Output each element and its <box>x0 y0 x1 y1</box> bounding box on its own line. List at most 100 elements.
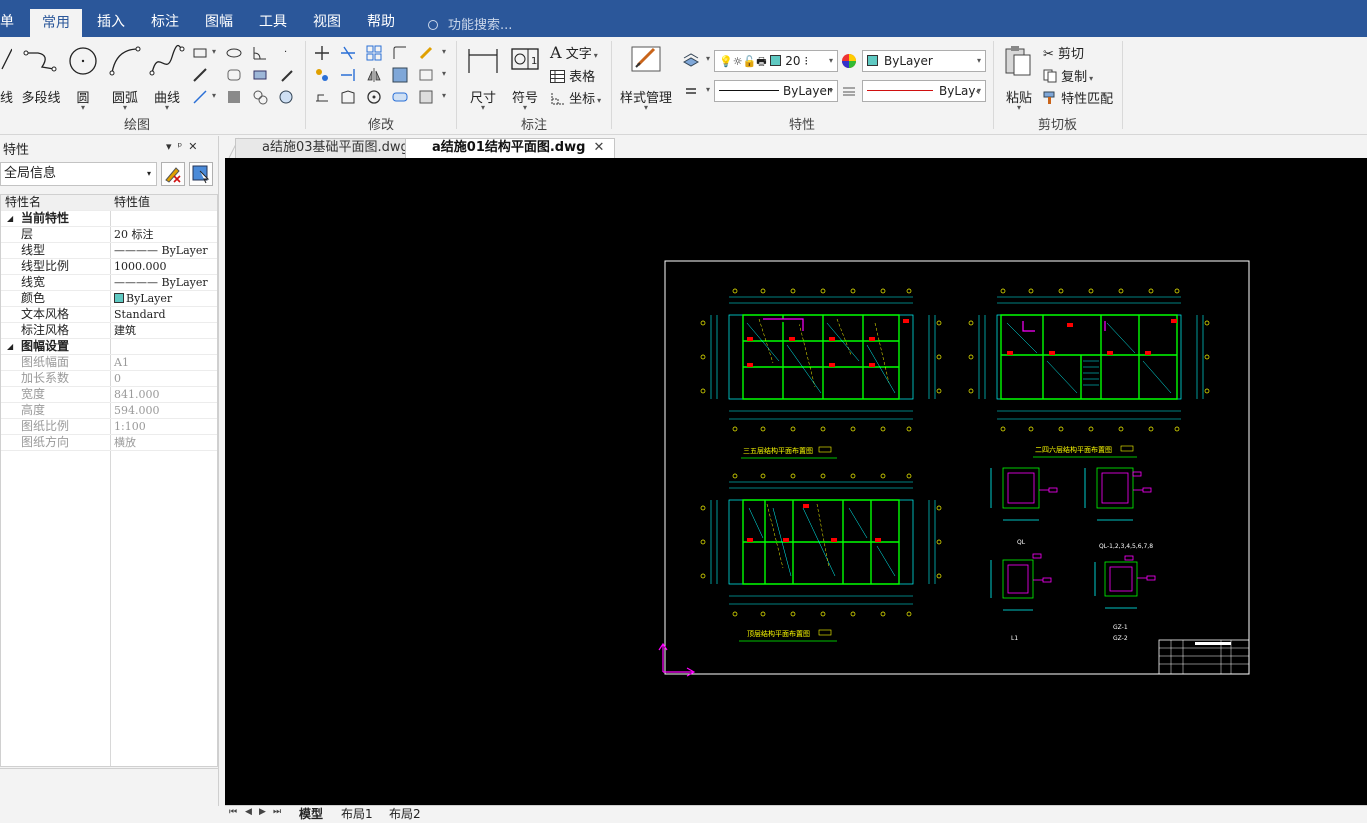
array-icon[interactable] <box>366 45 382 61</box>
tab-layout2[interactable]: 布局2 <box>389 806 421 822</box>
cut-button[interactable]: ✂ 剪切 <box>1043 43 1084 62</box>
color-combo[interactable]: ByLayer ▾ <box>862 50 986 72</box>
pick-icon[interactable] <box>278 67 294 83</box>
circle-button[interactable]: 圆 ▾ <box>66 43 100 112</box>
prop-row-linetype-scale[interactable]: 线型比例 1000.000 <box>1 259 217 275</box>
match-properties-button[interactable]: 特性匹配 <box>1043 88 1113 107</box>
menu-item-view[interactable]: 视图 <box>313 0 341 37</box>
sheet-frame <box>664 260 1250 675</box>
category-sheet[interactable]: ◢ 图幅设置 <box>1 339 217 355</box>
menu-item-menu[interactable]: 单 <box>0 0 14 37</box>
prop-row-color[interactable]: 颜色 ByLayer <box>1 291 217 307</box>
symbol-button[interactable]: 1 符号 ▾ <box>508 43 542 112</box>
prop-row-scale: 图纸比例 1:100 <box>1 419 217 435</box>
construction-line-icon[interactable] <box>192 67 208 83</box>
layer-manager-icon[interactable] <box>683 52 699 68</box>
drawing-canvas[interactable]: 三五层结构平面布置图 二四六层结构平面布置图 顶层结构平面布置图 QL QL-1… <box>225 158 1367 805</box>
menu-item-tools[interactable]: 工具 <box>259 0 287 37</box>
dimension-button[interactable]: 尺寸 ▾ <box>466 43 500 112</box>
rectangle-icon[interactable] <box>192 45 208 61</box>
explode-icon[interactable] <box>418 67 434 83</box>
feature-search[interactable]: 功能搜索... <box>428 14 512 33</box>
properties-edit-icon[interactable] <box>418 89 434 105</box>
scale-icon[interactable] <box>340 89 356 105</box>
prop-row-width: 宽度 841.000 <box>1 387 217 403</box>
plan-title-1: 三五层结构平面布置图 <box>743 446 813 455</box>
ray-icon[interactable] <box>192 89 208 105</box>
offset-icon[interactable] <box>392 67 408 83</box>
point-icon[interactable]: · <box>284 47 287 58</box>
doc-tab-structure[interactable]: a结施01结构平面图.dwg ✕ <box>405 138 616 158</box>
line-button[interactable]: 线 <box>0 43 13 106</box>
prev-tab-icon[interactable]: ◀ <box>245 807 252 817</box>
rotate-icon[interactable] <box>366 89 382 105</box>
layer-state-icons: 💡☼🔓🖶 <box>719 55 767 68</box>
menu-item-sheet[interactable]: 图幅 <box>205 0 233 37</box>
prop-row-linetype[interactable]: 线型 ———— ByLayer <box>1 243 217 259</box>
mirror-icon[interactable] <box>366 67 382 83</box>
region-icon[interactable] <box>226 67 242 83</box>
revcloud-icon[interactable] <box>278 89 294 105</box>
prop-row-lineweight[interactable]: 线宽 ———— ByLayer <box>1 275 217 291</box>
paste-button[interactable]: 粘贴 ▾ <box>1000 43 1038 112</box>
pin-icon[interactable]: ᵖ <box>178 140 189 153</box>
quick-select-icon <box>192 165 210 184</box>
ellipse-icon[interactable] <box>226 45 242 61</box>
collapse-icon: ◢ <box>7 342 14 351</box>
table-button[interactable]: 表格 <box>550 66 595 85</box>
move-icon[interactable] <box>314 45 330 61</box>
wipeout-icon[interactable] <box>252 67 268 83</box>
curve-button[interactable]: 曲线 ▾ <box>148 43 186 112</box>
tab-layout1[interactable]: 布局1 <box>341 806 373 822</box>
prop-row-layer[interactable]: 层 20 标注 <box>1 227 217 243</box>
deselect-button[interactable] <box>161 162 185 186</box>
angle-icon[interactable] <box>252 45 268 61</box>
prop-row-dim-style[interactable]: 标注风格 建筑 <box>1 323 217 339</box>
hatch-icon[interactable] <box>226 89 242 105</box>
circle-icon <box>69 47 97 75</box>
modify-group-label: 修改 <box>368 118 395 133</box>
extend-icon[interactable] <box>340 67 356 83</box>
boundary-icon[interactable] <box>252 89 268 105</box>
section-label-l1: L1 <box>1011 635 1018 642</box>
polyline-button[interactable]: 多段线 <box>20 43 62 106</box>
layer-combo[interactable]: 💡☼🔓🖶 20 ⁝ ▾ <box>714 50 838 72</box>
copy-button[interactable]: 复制 ▾ <box>1043 66 1093 85</box>
tab-model[interactable]: 模型 <box>299 806 323 822</box>
join-icon[interactable] <box>392 89 408 105</box>
color-swatch <box>867 55 878 66</box>
panel-menu-icon[interactable]: ▾ <box>166 140 178 153</box>
stretch-icon[interactable] <box>314 89 330 105</box>
coordinate-button[interactable]: 坐标 ▾ <box>550 88 601 107</box>
document-tabs: a结施03基础平面图.dwg a结施01结构平面图.dwg ✕ <box>225 136 1367 158</box>
style-manager-button[interactable]: 样式管理 ▾ <box>618 43 674 112</box>
linetype-combo[interactable]: ByLayer ▾ <box>714 80 838 102</box>
lineweight-icon[interactable] <box>841 83 857 99</box>
text-button[interactable]: A 文字 ▾ <box>550 43 598 62</box>
section-label-ql: QL <box>1017 539 1026 546</box>
copy-object-icon[interactable] <box>314 67 330 83</box>
fillet-icon[interactable] <box>392 45 408 61</box>
section-label-gz2: GZ-2 <box>1113 635 1128 642</box>
color-wheel-icon[interactable] <box>841 53 857 69</box>
trim-icon[interactable] <box>340 45 356 61</box>
plan-title-3: 顶层结构平面布置图 <box>747 629 810 638</box>
erase-icon[interactable] <box>418 45 434 61</box>
prop-row-text-style[interactable]: 文本风格 Standard <box>1 307 217 323</box>
close-icon[interactable]: ✕ <box>593 140 604 155</box>
arc-button[interactable]: 圆弧 ▾ <box>106 43 144 112</box>
menu-item-help[interactable]: 帮助 <box>367 0 395 37</box>
last-tab-icon[interactable]: ⏭ <box>273 807 281 817</box>
category-current[interactable]: ◢ 当前特性 <box>1 211 217 227</box>
menu-item-annotate[interactable]: 标注 <box>151 0 179 37</box>
doc-tab-foundation[interactable]: a结施03基础平面图.dwg <box>235 138 420 158</box>
lineweight-combo[interactable]: ByLay‹ ▾ <box>862 80 986 102</box>
first-tab-icon[interactable]: ⏮ <box>229 807 237 817</box>
linetype-icon[interactable] <box>683 83 699 99</box>
quick-select-button[interactable] <box>189 162 213 186</box>
menu-item-insert[interactable]: 插入 <box>97 0 125 37</box>
next-tab-icon[interactable]: ▶ <box>259 807 266 817</box>
close-icon[interactable]: ✕ <box>188 140 203 153</box>
object-selector[interactable]: 全局信息 ▾ <box>0 162 157 186</box>
dimension-icon <box>468 49 498 73</box>
